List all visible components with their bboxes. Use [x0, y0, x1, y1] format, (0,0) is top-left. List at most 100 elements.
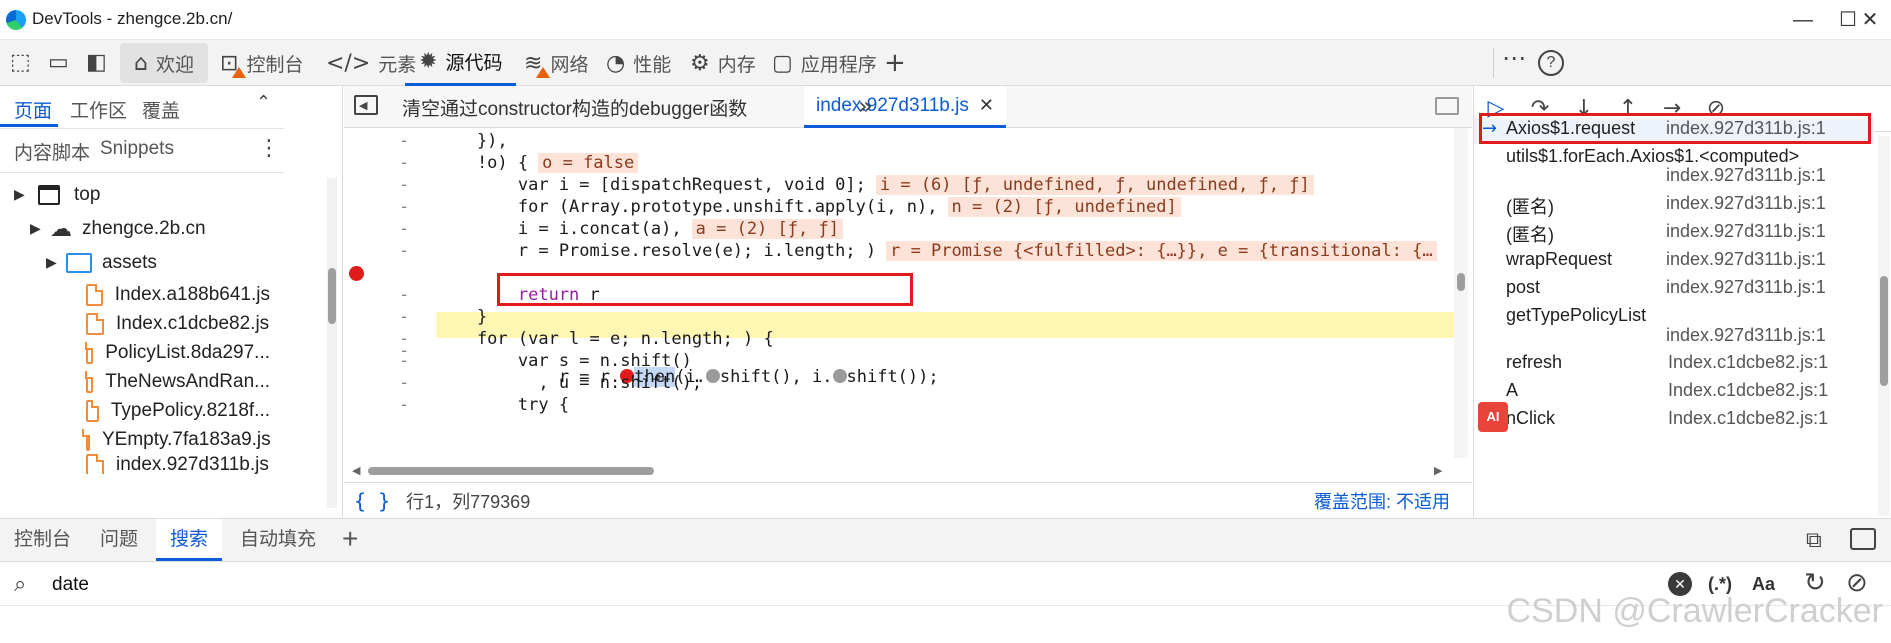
file-icon — [86, 283, 103, 306]
inline-value: o = false — [538, 153, 639, 173]
watermark: CSDN @CrawlerCracker — [1506, 592, 1883, 630]
tree-item-file[interactable]: TheNewsAndRan... — [0, 367, 270, 396]
expand-arrow-icon[interactable]: ▶ — [30, 221, 46, 237]
editor-tab-snippet[interactable]: 清空通过constructor构造的debugger函数 — [402, 86, 747, 128]
tab-performance[interactable]: ◔ 性能 — [606, 40, 671, 86]
tab-label: 网络 — [550, 54, 589, 76]
inspect-element-icon[interactable]: ⬚ — [10, 50, 31, 75]
toggle-debugger-icon[interactable] — [1435, 97, 1459, 115]
call-frame[interactable]: getTypePolicyList index.927d311b.js:1 — [1474, 305, 1874, 353]
call-frame[interactable]: utils$1.forEach.Axios$1.<computed> index… — [1474, 146, 1874, 192]
code-line: - try { — [344, 392, 1454, 418]
scrollbar-thumb[interactable] — [368, 467, 654, 475]
inline-value: r = Promise {<fulfilled>: {…}}, e = {tra… — [886, 241, 1437, 261]
close-button[interactable]: ✕ — [1850, 6, 1890, 34]
drawer-tab-console[interactable]: 控制台 — [0, 519, 85, 561]
pretty-print-icon[interactable]: { } — [354, 489, 390, 513]
tab-application[interactable]: ▢ 应用程序 — [772, 40, 877, 86]
scrollbar-thumb[interactable] — [328, 268, 336, 324]
drawer-tab-issues[interactable]: 问题 — [86, 519, 152, 561]
expand-arrow-icon[interactable]: ▶ — [14, 187, 30, 203]
frame-icon — [38, 185, 60, 205]
call-frame[interactable]: nClick Index.c1dcbe82.js:1 — [1474, 408, 1874, 436]
device-emulation-icon[interactable]: ▭ — [48, 50, 69, 75]
tab-underline — [0, 124, 58, 127]
tree-item-domain[interactable]: ▶ ☁ zhengce.2b.cn — [0, 212, 270, 246]
main-tab-bar: ⬚ ▭ ◧ ⌂ 欢迎 ⊡ 控制台 </> 元素 ✹ 源代码 ≋ 网络 ◔ 性能 … — [0, 40, 1891, 86]
dock-sidebar-icon[interactable]: ◧ — [86, 50, 107, 75]
call-frame[interactable]: refresh Index.c1dcbe82.js:1 — [1474, 352, 1874, 380]
coverage-link[interactable]: 覆盖范围: 不适用 — [1314, 488, 1450, 514]
tab-welcome[interactable]: ⌂ 欢迎 — [120, 43, 208, 83]
file-icon — [85, 341, 94, 364]
call-frame[interactable]: (匿名) index.927d311b.js:1 — [1474, 221, 1874, 249]
callstack-scrollbar[interactable] — [1878, 136, 1890, 516]
close-tab-icon[interactable]: ✕ — [979, 95, 994, 116]
tab-sources[interactable]: ✹ 源代码 — [405, 40, 517, 86]
tree-item-file[interactable]: Index.c1dcbe82.js — [0, 309, 270, 338]
expand-arrow-icon[interactable]: ▶ — [46, 255, 62, 271]
plus-icon: + — [884, 48, 906, 78]
more-options-icon[interactable]: ⋯ — [1502, 44, 1526, 73]
close-drawer-icon[interactable] — [1850, 528, 1876, 550]
navigator-tab-snippets[interactable]: Snippets — [100, 138, 174, 160]
editor-horizontal-scrollbar[interactable]: ◀ ▶ — [344, 464, 1454, 478]
tab-label: 内存 — [717, 54, 756, 76]
tree-item-label: TypePolicy.8218f... — [110, 399, 270, 421]
call-frame-function: getTypePolicyList — [1506, 305, 1647, 325]
navigator-tab-workspace[interactable]: 工作区 — [70, 96, 127, 123]
tab-network[interactable]: ≋ 网络 — [524, 40, 588, 86]
move-to-top-icon[interactable]: ⧉ — [1806, 528, 1822, 553]
divider — [0, 172, 284, 173]
navigator-tab-content-scripts[interactable]: 内容脚本 — [14, 138, 90, 165]
tree-item-file[interactable]: Index.a188b641.js — [0, 280, 270, 309]
tree-item-file[interactable]: TypePolicy.8218f... — [0, 396, 270, 425]
file-tree: ▶ top ▶ ☁ zhengce.2b.cn ▶ assets Index.a… — [0, 178, 271, 474]
tree-item-label: assets — [102, 252, 157, 273]
tab-label: 性能 — [633, 54, 672, 76]
tree-item-file[interactable]: YEmpty.7fa183a9.js — [0, 425, 271, 454]
tree-item-assets[interactable]: ▶ assets — [0, 246, 270, 280]
drawer-tab-search[interactable]: 搜索 — [156, 519, 223, 561]
tree-item-file[interactable]: index.927d311b.js — [0, 454, 270, 474]
tab-memory[interactable]: ⚙ 内存 — [690, 40, 756, 86]
call-frame-function: wrapRequest — [1506, 249, 1613, 269]
tree-item-top[interactable]: ▶ top — [0, 178, 270, 212]
navigator-tab-page[interactable]: 页面 — [14, 96, 52, 123]
collapse-icon[interactable]: ⌃ — [256, 92, 271, 113]
more-vertical-icon[interactable]: ⋮ — [258, 136, 280, 161]
tree-item-file[interactable]: PolicyList.8da297... — [0, 338, 270, 367]
breakpoint-icon[interactable] — [349, 266, 364, 281]
navigator-scrollbar[interactable] — [327, 178, 337, 508]
tab-label: 欢迎 — [155, 54, 194, 76]
editor-vertical-scrollbar[interactable] — [1454, 128, 1468, 458]
call-frame[interactable]: (匿名) index.927d311b.js:1 — [1474, 193, 1874, 221]
add-drawer-tab-icon[interactable]: + — [342, 523, 358, 555]
ai-assistant-icon[interactable]: AI — [1478, 402, 1508, 432]
annotation-highlight-box — [497, 273, 913, 306]
help-icon[interactable]: ? — [1538, 50, 1564, 76]
toggle-navigator-icon[interactable]: ◀ — [354, 95, 378, 115]
call-frame[interactable]: wrapRequest index.927d311b.js:1 — [1474, 249, 1874, 277]
call-frame-location: index.927d311b.js:1 — [1666, 325, 1826, 345]
more-tabs-icon[interactable]: » — [858, 92, 873, 120]
folder-icon — [66, 253, 92, 273]
file-icon — [86, 399, 99, 422]
navigator-tab-overrides[interactable]: 覆盖 — [142, 96, 180, 123]
code-text: for (Array.prototype.unshift.apply(i, n)… — [436, 197, 938, 217]
search-input[interactable]: date — [52, 574, 89, 596]
add-tool-button[interactable]: + — [884, 40, 906, 86]
file-icon — [85, 370, 94, 393]
scrollbar-thumb[interactable] — [1457, 273, 1465, 291]
tab-elements[interactable]: </> 元素 — [326, 40, 416, 86]
tab-console[interactable]: ⊡ 控制台 — [220, 40, 303, 86]
editor-tab-index-js[interactable]: index.927d311b.js ✕ — [804, 86, 1006, 128]
call-frame[interactable]: A Index.c1dcbe82.js:1 — [1474, 380, 1874, 408]
code-text: i = i.concat(a), — [436, 219, 682, 239]
scrollbar-thumb[interactable] — [1880, 276, 1888, 386]
code-viewer[interactable]: - }), - !o) {o = false - var i = [dispat… — [344, 128, 1454, 458]
search-icon: ⌕ — [14, 572, 27, 597]
drawer-tab-autofill[interactable]: 自动填充 — [226, 519, 330, 561]
code-text: r = Promise.resolve(e); i.length; ) — [436, 241, 877, 261]
call-frame[interactable]: post index.927d311b.js:1 — [1474, 277, 1874, 305]
